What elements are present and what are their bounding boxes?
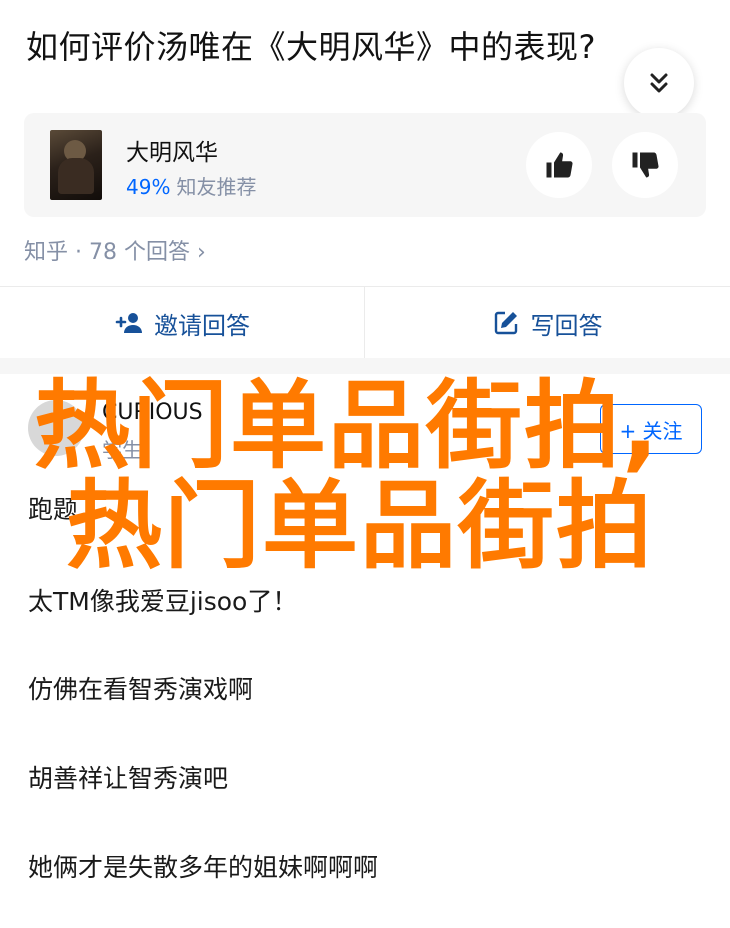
recommend-percent: 49% (126, 175, 171, 199)
recommend-label: 知友推荐 (176, 175, 257, 199)
chevron-double-down-icon (650, 73, 668, 93)
write-answer-button[interactable]: 写回答 (365, 287, 730, 359)
edit-icon (493, 310, 519, 336)
recommend-info: 49% 知友推荐 (126, 171, 256, 200)
action-bar: 邀请回答 写回答 (0, 286, 730, 359)
answer-line: 太TM像我爱豆jisoo了！ (28, 587, 298, 616)
question-title: 如何评价汤唯在《大明风华》中的表现? (26, 28, 596, 66)
write-answer-label: 写回答 (530, 311, 603, 340)
answer-line: 她俩才是失散多年的姐妹啊啊啊 (28, 853, 379, 882)
add-user-icon (114, 312, 142, 334)
thumbs-up-button[interactable] (526, 132, 592, 198)
answer-line: 仿佛在看智秀演戏啊 (28, 675, 254, 704)
drama-title: 大明风华 (126, 140, 218, 166)
drama-poster (50, 130, 102, 200)
invite-answer-button[interactable]: 邀请回答 (0, 287, 364, 359)
watermark-line-2: 热门单品街拍 (66, 470, 654, 582)
source-and-answer-count[interactable]: 知乎 · 78 个回答 › (24, 234, 206, 266)
watermark-line-1: 热门单品街拍, (34, 370, 661, 482)
thumbs-up-icon (546, 152, 573, 178)
thumbs-down-button[interactable] (612, 132, 678, 198)
answer-line: 胡善祥让智秀演吧 (28, 764, 229, 793)
drama-card[interactable]: 大明风华 49% 知友推荐 (24, 113, 706, 217)
thumbs-down-icon (632, 152, 659, 178)
collapse-button[interactable] (624, 48, 694, 118)
invite-answer-label: 邀请回答 (154, 311, 250, 340)
